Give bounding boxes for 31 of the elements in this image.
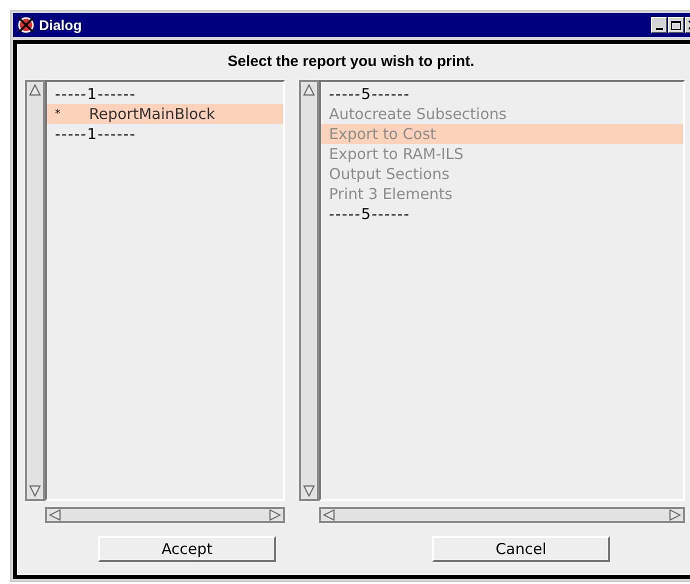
- list-separator: -----5------: [328, 84, 412, 104]
- list-separator: -----1------: [54, 84, 138, 104]
- scroll-down-arrow-icon[interactable]: [303, 485, 315, 497]
- list-separator: -----5------: [328, 204, 412, 224]
- scroll-left-arrow-icon[interactable]: [323, 509, 335, 521]
- item-marker: *: [55, 106, 62, 122]
- scroll-left-arrow-icon[interactable]: [49, 509, 61, 521]
- vertical-scrollbar[interactable]: [25, 80, 45, 501]
- scroll-up-arrow-icon[interactable]: [29, 84, 41, 96]
- vertical-scrollbar[interactable]: [299, 80, 319, 501]
- app-icon: [17, 16, 35, 34]
- minimize-button[interactable]: [651, 17, 667, 33]
- list-separator: -----1------: [54, 124, 138, 144]
- scroll-right-arrow-icon[interactable]: [669, 509, 681, 521]
- scroll-up-arrow-icon[interactable]: [303, 84, 315, 96]
- window-title: Dialog: [39, 16, 82, 35]
- item-label: ReportMainBlock: [89, 104, 216, 124]
- item-label: Autocreate Subsections: [329, 104, 507, 124]
- item-label: Export to RAM-ILS: [329, 144, 464, 164]
- cancel-button[interactable]: Cancel: [432, 536, 610, 562]
- item-label: Export to Cost: [329, 124, 436, 144]
- accept-button[interactable]: Accept: [98, 536, 276, 562]
- scroll-right-arrow-icon[interactable]: [269, 509, 281, 521]
- horizontal-scrollbar[interactable]: [45, 507, 285, 523]
- list-item[interactable]: * ReportMainBlock: [47, 104, 283, 124]
- scroll-down-arrow-icon[interactable]: [29, 485, 41, 497]
- item-label: Output Sections: [329, 164, 450, 184]
- dialog-prompt: Select the report you wish to print.: [226, 52, 476, 72]
- horizontal-scrollbar[interactable]: [319, 507, 685, 523]
- maximize-button[interactable]: [668, 17, 684, 33]
- item-label: Print 3 Elements: [329, 184, 453, 204]
